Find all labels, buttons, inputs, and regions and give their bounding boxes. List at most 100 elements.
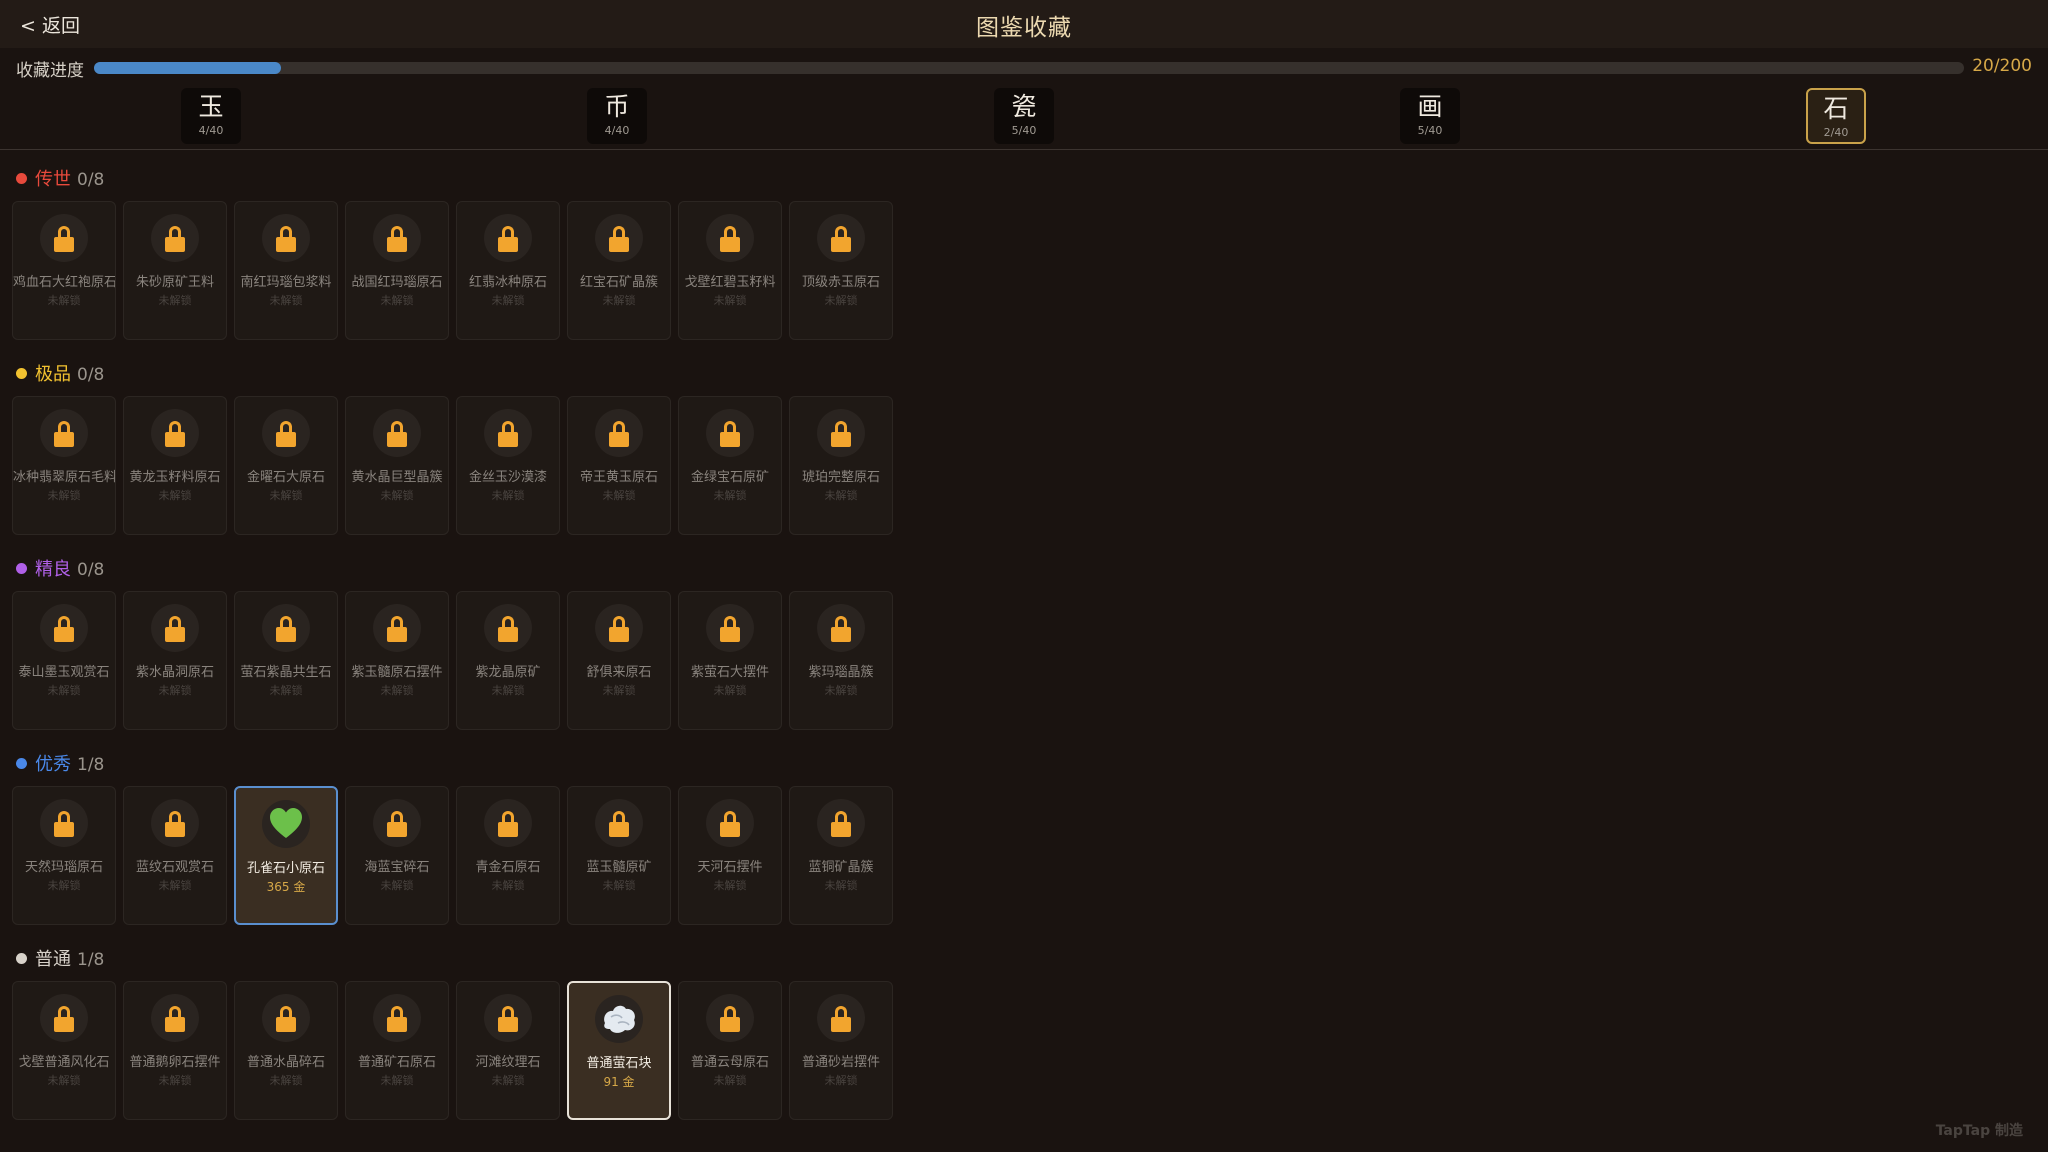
item-name: 金绿宝石原矿 [690,470,769,485]
item-icon-frame [817,604,865,652]
collection-card[interactable]: 顶级赤玉原石 未解锁 [789,201,893,340]
item-name: 戈壁普通风化石 [18,1055,110,1070]
section-count: 0/8 [77,560,105,580]
collection-card[interactable]: 南红玛瑙包浆料 未解锁 [234,201,338,340]
item-icon-frame [706,994,754,1042]
item-locked-status: 未解锁 [269,684,303,697]
section-title: 普通 [35,949,71,970]
lock-icon [831,1006,851,1032]
rarity-dot-icon [16,172,27,184]
category-tab[interactable]: 瓷 5/40 [994,88,1054,144]
item-name: 顶级赤玉原石 [801,275,880,290]
item-locked-status: 未解锁 [491,1074,525,1087]
collection-card[interactable]: 戈壁普通风化石 未解锁 [12,981,116,1120]
item-locked-status: 未解锁 [269,1074,303,1087]
collection-card[interactable]: 蓝纹石观赏石 未解锁 [123,786,227,925]
item-locked-status: 未解锁 [602,489,636,502]
lock-icon [276,226,296,252]
item-name: 黄水晶巨型晶簇 [351,470,443,485]
collection-card[interactable]: 萤石紫晶共生石 未解锁 [234,591,338,730]
collection-card[interactable]: 冰种翡翠原石毛料 未解锁 [12,396,116,535]
progress-label: 收藏进度 [16,61,84,81]
item-icon-frame [151,214,199,262]
collection-card[interactable]: 红宝石矿晶簇 未解锁 [567,201,671,340]
item-name: 普通矿石原石 [357,1055,436,1070]
collection-card[interactable]: 青金石原石 未解锁 [456,786,560,925]
collection-card[interactable]: 紫水晶洞原石 未解锁 [123,591,227,730]
item-locked-status: 未解锁 [47,1074,81,1087]
collection-card[interactable]: 鸡血石大红袍原石 未解锁 [12,201,116,340]
item-icon-frame [706,409,754,457]
collection-card[interactable]: 金丝玉沙漠漆 未解锁 [456,396,560,535]
collection-card[interactable]: 帝王黄玉原石 未解锁 [567,396,671,535]
collection-card[interactable]: 紫萤石大摆件 未解锁 [678,591,782,730]
lock-icon [276,421,296,447]
item-icon-frame [373,994,421,1042]
category-tab[interactable]: 画 5/40 [1400,88,1460,144]
collection-card[interactable]: 天然玛瑙原石 未解锁 [12,786,116,925]
collection-card[interactable]: 紫龙晶原矿 未解锁 [456,591,560,730]
collection-card[interactable]: 朱砂原矿王料 未解锁 [123,201,227,340]
collection-card[interactable]: 普通云母原石 未解锁 [678,981,782,1120]
section-title: 优秀 [35,754,71,775]
collection-card[interactable]: 紫玉髓原石摆件 未解锁 [345,591,449,730]
collection-card[interactable]: 琥珀完整原石 未解锁 [789,396,893,535]
item-name: 青金石原石 [475,860,541,875]
collection-card[interactable]: 黄龙玉籽料原石 未解锁 [123,396,227,535]
item-name: 南红玛瑙包浆料 [240,275,332,290]
collection-card[interactable]: 舒俱来原石 未解锁 [567,591,671,730]
lock-icon [609,421,629,447]
item-icon-frame [484,409,532,457]
collection-card[interactable]: 紫玛瑙晶簇 未解锁 [789,591,893,730]
item-icon-frame [262,994,310,1042]
lock-icon [276,1006,296,1032]
collection-card[interactable]: 金曜石大原石 未解锁 [234,396,338,535]
collection-card[interactable]: 黄水晶巨型晶簇 未解锁 [345,396,449,535]
collection-card[interactable]: 战国红玛瑙原石 未解锁 [345,201,449,340]
item-locked-status: 未解锁 [47,294,81,307]
item-name: 紫萤石大摆件 [690,665,769,680]
category-tab[interactable]: 石 2/40 [1806,88,1866,144]
item-icon-frame [151,799,199,847]
item-locked-status: 未解锁 [158,684,192,697]
item-icon-frame [262,409,310,457]
watermark: TapTap 制造 [1935,1123,2023,1139]
item-locked-status: 未解锁 [602,684,636,697]
section-header: 精良 0/8 [16,557,104,583]
collection-card[interactable]: 蓝铜矿晶簇 未解锁 [789,786,893,925]
item-locked-status: 未解锁 [47,489,81,502]
section-title: 传世 [35,169,71,190]
collection-card[interactable]: 普通萤石块 91 金 [567,981,671,1120]
item-name: 红翡冰种原石 [468,275,547,290]
category-tab[interactable]: 玉 4/40 [181,88,241,144]
collection-card[interactable]: 蓝玉髓原矿 未解锁 [567,786,671,925]
item-locked-status: 未解锁 [380,489,414,502]
lock-icon [831,226,851,252]
collection-card[interactable]: 红翡冰种原石 未解锁 [456,201,560,340]
collection-card[interactable]: 金绿宝石原矿 未解锁 [678,396,782,535]
collection-card[interactable]: 普通水晶碎石 未解锁 [234,981,338,1120]
item-locked-status: 未解锁 [824,294,858,307]
collection-card[interactable]: 普通鹅卵石摆件 未解锁 [123,981,227,1120]
item-name: 海蓝宝碎石 [364,860,430,875]
item-icon-frame [817,409,865,457]
collection-card[interactable]: 天河石摆件 未解锁 [678,786,782,925]
progress-count: 20/200 [1972,56,2032,76]
item-locked-status: 未解锁 [713,1074,747,1087]
category-tab[interactable]: 币 4/40 [587,88,647,144]
item-icon-frame [817,799,865,847]
item-locked-status: 未解锁 [158,1074,192,1087]
collection-card[interactable]: 戈壁红碧玉籽料 未解锁 [678,201,782,340]
item-icon-frame [484,994,532,1042]
collection-card[interactable]: 普通矿石原石 未解锁 [345,981,449,1120]
item-name: 普通水晶碎石 [246,1055,325,1070]
collection-card[interactable]: 泰山墨玉观赏石 未解锁 [12,591,116,730]
collection-card[interactable]: 孔雀石小原石 365 金 [234,786,338,925]
item-icon-frame [595,409,643,457]
collection-card[interactable]: 海蓝宝碎石 未解锁 [345,786,449,925]
collection-card[interactable]: 河滩纹理石 未解锁 [456,981,560,1120]
collection-card[interactable]: 普通砂岩摆件 未解锁 [789,981,893,1120]
section-count: 1/8 [77,755,105,775]
lock-icon [831,811,851,837]
lock-icon [387,616,407,642]
